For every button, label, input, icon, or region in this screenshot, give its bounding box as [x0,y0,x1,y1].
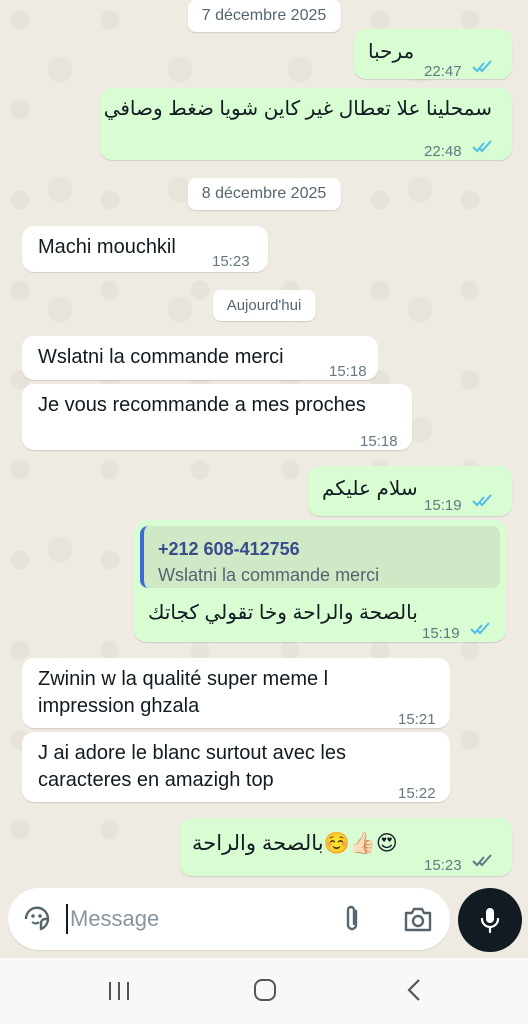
date-divider: 7 décembre 2025 [187,0,341,32]
camera-icon[interactable] [402,904,434,934]
message-bubble-outgoing[interactable]: سلام عليكم 15:19 [308,466,512,516]
message-time: 22:48 [424,143,462,160]
message-time: 22:47 [424,63,462,80]
sticker-icon[interactable] [22,904,52,934]
message-time: 15:18 [329,363,367,380]
message-bubble-outgoing-reply[interactable]: +212 608-412756 Wslatni la commande merc… [134,520,506,642]
message-text: بالصحة والراحة وخا تقولي كجاتك [148,602,418,624]
message-text: مرحبا [368,41,415,63]
read-ticks-icon [472,60,492,73]
date-divider: Aujourd'hui [212,290,316,321]
message-time: 15:19 [422,625,460,642]
message-input[interactable] [66,904,326,934]
read-ticks-icon [472,140,492,153]
recents-icon[interactable] [106,980,132,1002]
home-icon[interactable] [252,977,278,1003]
message-time: 15:21 [398,711,436,728]
message-time: 15:23 [212,253,250,270]
quoted-text: Wslatni la commande merci [158,565,380,585]
read-ticks-icon [472,494,492,507]
message-text: سمحلينا علا تعطال غير كاين شويا ضغط وصاف… [103,98,492,120]
message-text: Je vous recommande a mes proches [38,394,366,416]
message-text-line: caracteres en amazigh top [38,769,274,791]
attach-icon[interactable] [340,903,364,935]
message-text-line: impression ghzala [38,695,200,717]
message-bubble-incoming[interactable]: J ai adore le blanc surtout avec les car… [22,732,450,802]
voice-message-button[interactable] [458,888,522,952]
message-text-line: Zwinin w la qualité super meme l [38,668,329,690]
message-time: 15:18 [360,433,398,450]
message-text: سلام عليكم [322,478,418,500]
quoted-message[interactable]: +212 608-412756 Wslatni la commande merc… [140,526,500,588]
system-navigation-bar [0,958,528,1024]
message-text-line: J ai adore le blanc surtout avec les [38,742,346,764]
message-text: Machi mouchkil [38,236,176,258]
back-icon[interactable] [404,978,424,1002]
message-text: Wslatni la commande merci [38,346,284,368]
message-bubble-incoming[interactable]: Wslatni la commande merci 15:18 [22,336,378,380]
message-text: 😍👍🏻☺️بالصحة والراحة [192,832,398,855]
message-time: 15:22 [398,785,436,802]
message-bubble-outgoing[interactable]: سمحلينا علا تعطال غير كاين شويا ضغط وصاف… [100,88,512,160]
mic-icon [480,908,500,934]
message-bubble-incoming[interactable]: Machi mouchkil 15:23 [22,226,268,272]
message-time: 15:19 [424,497,462,514]
message-bubble-outgoing[interactable]: 😍👍🏻☺️بالصحة والراحة 15:23 [180,818,512,876]
read-ticks-icon [470,622,490,635]
delivered-ticks-icon [472,854,492,867]
message-bubble-incoming[interactable]: Zwinin w la qualité super meme l impress… [22,658,450,728]
message-bubble-outgoing[interactable]: مرحبا 22:47 [354,29,512,80]
message-composer [8,888,450,950]
quoted-sender: +212 608-412756 [158,539,300,559]
date-divider: 8 décembre 2025 [187,178,341,210]
message-time: 15:23 [424,857,462,874]
message-bubble-incoming[interactable]: Je vous recommande a mes proches 15:18 [22,384,412,450]
